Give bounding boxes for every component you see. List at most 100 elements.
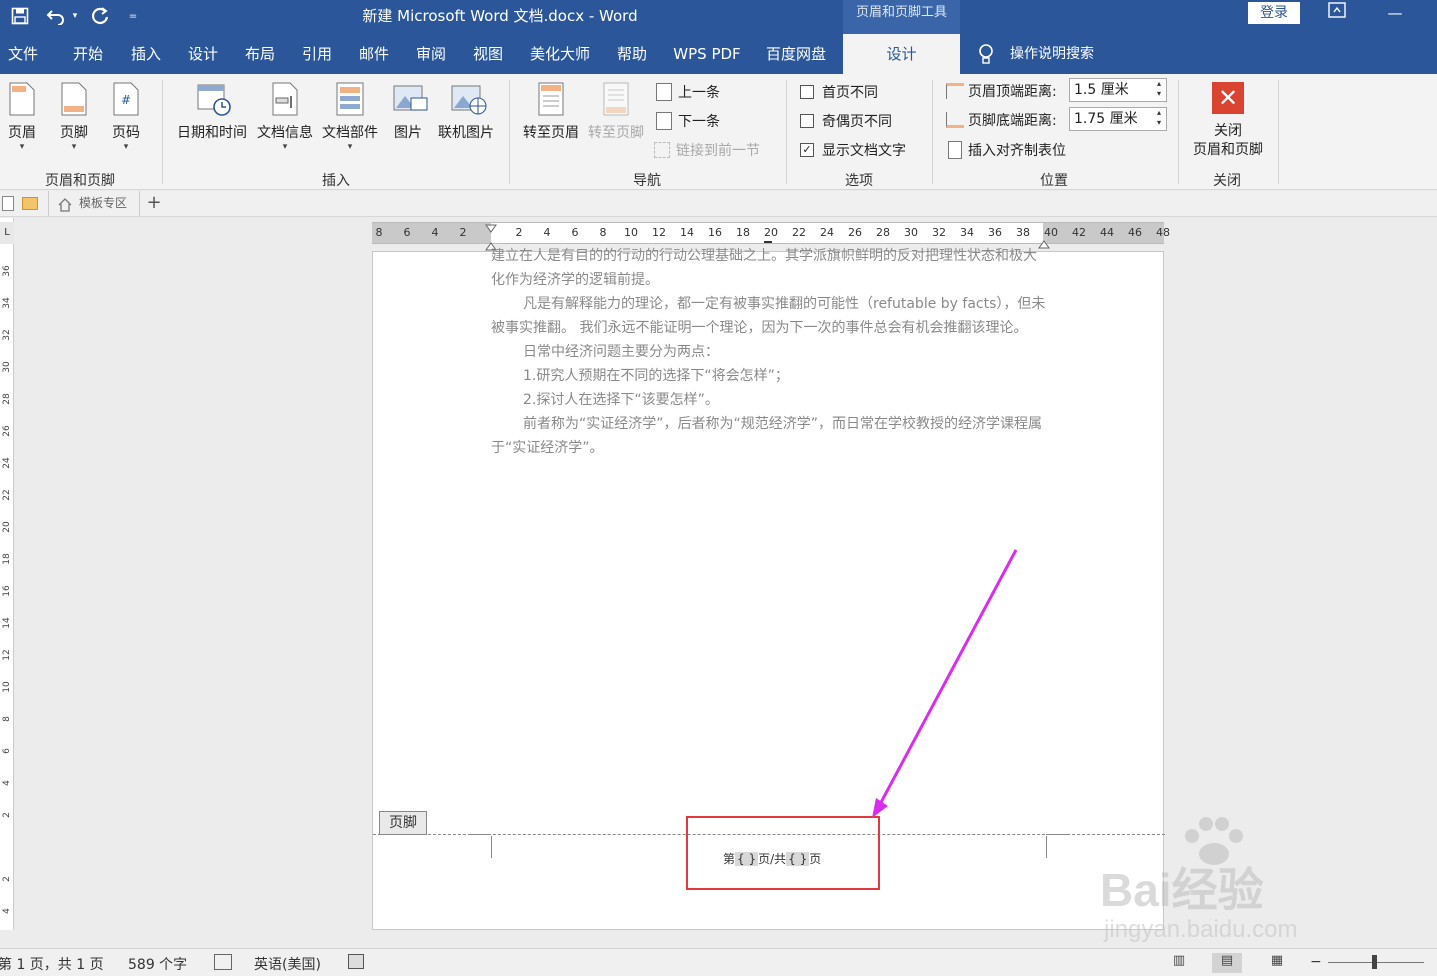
- ruler-tick-label: 2: [515, 226, 523, 239]
- footer-bottom-distance-input[interactable]: 1.75 厘米 ▴ ▾: [1069, 107, 1167, 131]
- vruler-tick-label: 6: [2, 748, 12, 754]
- proofing-icon[interactable]: [214, 954, 232, 970]
- tab-insert[interactable]: 插入: [120, 34, 172, 74]
- footer-bottom-distance-label-row: 页脚底端距离:: [946, 110, 1057, 130]
- folder-icon[interactable]: [22, 197, 38, 210]
- header-button[interactable]: 页眉 ▾: [4, 82, 40, 152]
- page-count-status[interactable]: 第 1 页，共 1 页: [0, 954, 104, 974]
- ruler-tick-label: 6: [403, 226, 411, 239]
- ribbon-display-options-icon[interactable]: [1317, 2, 1357, 26]
- footer-button[interactable]: 页脚 ▾: [56, 82, 92, 152]
- link-to-previous-label: 链接到前一节: [676, 143, 760, 159]
- picture-button[interactable]: 图片: [386, 82, 430, 142]
- print-layout-icon[interactable]: ▤: [1212, 953, 1242, 973]
- vruler-tick-label: 12: [2, 649, 12, 661]
- tab-file[interactable]: 文件: [0, 34, 46, 74]
- close-label: 关闭 页眉和页脚: [1193, 123, 1263, 158]
- first-line-indent-marker[interactable]: [485, 219, 497, 233]
- vertical-ruler[interactable]: 36 34 32 30 28 26 24 22 20 18 16 14 12 10 8 6 4 2 2 4: [0, 218, 14, 930]
- datetime-label: 日期和时间: [177, 125, 247, 141]
- ruler-tick-label: 14: [680, 226, 694, 239]
- close-header-footer-button[interactable]: ✕ 关闭 页眉和页脚: [1184, 82, 1272, 160]
- page-number-button[interactable]: # 页码 ▾: [108, 82, 144, 152]
- horizontal-ruler[interactable]: 8 6 4 2 2 4 6 8 10 12 14 16 18 20 22 24 26 28 30 32 34 36 38 40…: [372, 219, 1170, 251]
- read-mode-icon[interactable]: ▥: [1164, 953, 1194, 973]
- header-label: 页眉: [8, 125, 36, 141]
- header-distance-icon: [946, 83, 964, 99]
- watermark-brand: Bai经验: [1100, 864, 1264, 916]
- group-divider: [1178, 80, 1179, 184]
- online-picture-label: 联机图片: [438, 125, 494, 141]
- insert-align-tab-button[interactable]: 插入对齐制表位: [948, 140, 1066, 160]
- header-top-distance-label-row: 页眉顶端距离:: [946, 81, 1057, 101]
- vruler-tick-label: 22: [2, 489, 12, 501]
- tab-hf-design[interactable]: 设计: [843, 34, 960, 74]
- ruler-tick-label: 34: [960, 226, 974, 239]
- tab-design[interactable]: 设计: [177, 34, 229, 74]
- previous-button[interactable]: 上一条: [656, 82, 720, 102]
- tab-mailings[interactable]: 邮件: [348, 34, 400, 74]
- checkbox-box: [800, 114, 814, 128]
- customize-qa-icon[interactable]: =: [126, 3, 140, 29]
- tab-review[interactable]: 审阅: [405, 34, 457, 74]
- different-first-page-checkbox[interactable]: 首页不同: [800, 82, 878, 102]
- new-doc-icon[interactable]: [2, 196, 14, 211]
- zoom-slider-thumb[interactable]: [1372, 955, 1377, 969]
- vruler-tick-label: 20: [2, 521, 12, 533]
- add-tab-button[interactable]: +: [144, 192, 164, 214]
- group-label-navigation: 导航: [633, 173, 661, 189]
- group-label-options: 选项: [845, 173, 873, 189]
- tab-wps-pdf[interactable]: WPS PDF: [664, 34, 750, 74]
- macro-record-icon[interactable]: [348, 954, 364, 969]
- goto-footer-icon: [601, 82, 631, 116]
- crop-mark: [491, 836, 492, 858]
- calendar-clock-icon: [197, 82, 231, 116]
- next-button[interactable]: 下一条: [656, 111, 720, 131]
- group-label-position: 位置: [1040, 173, 1068, 189]
- redo-icon[interactable]: [88, 3, 112, 29]
- spinner-arrows-icon[interactable]: ▴ ▾: [1154, 79, 1164, 101]
- footer-bottom-distance-label: 页脚底端距离:: [968, 113, 1057, 129]
- vruler-tick-label: 8: [2, 716, 12, 722]
- tab-beautify[interactable]: 美化大师: [522, 34, 598, 74]
- save-icon[interactable]: [8, 3, 32, 29]
- footer-icon: [59, 82, 89, 116]
- tab-view[interactable]: 视图: [462, 34, 514, 74]
- tab-home[interactable]: 开始: [62, 34, 114, 74]
- undo-dropdown-icon[interactable]: ▾: [70, 3, 80, 29]
- quickparts-button[interactable]: 文档部件 ▾: [318, 82, 382, 152]
- status-bar: 第 1 页，共 1 页 589 个字 英语(美国) ▥ ▤ ▦ −: [0, 948, 1437, 976]
- tab-selector[interactable]: L: [0, 222, 14, 244]
- body-paragraph: 化作为经济学的逻辑前提。: [491, 272, 659, 288]
- docinfo-button[interactable]: 文档信息 ▾: [254, 82, 316, 152]
- datetime-button[interactable]: 日期和时间: [172, 82, 252, 142]
- different-odd-even-checkbox[interactable]: 奇偶页不同: [800, 111, 892, 131]
- quickparts-icon: [335, 82, 365, 116]
- tab-references[interactable]: 引用: [291, 34, 343, 74]
- tab-layout[interactable]: 布局: [234, 34, 286, 74]
- body-paragraph: 1.研究人预期在不同的选择下“将会怎样”；: [523, 368, 789, 384]
- login-button[interactable]: 登录: [1248, 2, 1300, 24]
- group-divider: [1278, 80, 1279, 184]
- minimize-icon[interactable]: —: [1375, 2, 1415, 26]
- ruler-tick-label: 30: [904, 226, 918, 239]
- goto-footer-button[interactable]: 转至页脚: [584, 82, 648, 142]
- spinner-arrows-icon[interactable]: ▴ ▾: [1154, 108, 1164, 130]
- online-picture-button[interactable]: 联机图片: [432, 82, 500, 142]
- tab-help[interactable]: 帮助: [606, 34, 658, 74]
- link-to-previous-button[interactable]: 链接到前一节: [654, 140, 760, 160]
- header-top-distance-input[interactable]: 1.5 厘米 ▴ ▾: [1069, 78, 1167, 102]
- language-status[interactable]: 英语(美国): [254, 954, 321, 974]
- different-odd-even-label: 奇偶页不同: [822, 114, 892, 130]
- footer-area-tag: 页脚: [379, 811, 427, 835]
- goto-header-button[interactable]: 转至页眉: [518, 82, 584, 142]
- undo-icon[interactable]: [44, 3, 68, 29]
- checkmark-icon: ✓: [800, 143, 814, 157]
- tab-baidu-netdisk[interactable]: 百度网盘: [756, 34, 836, 74]
- show-document-text-checkbox[interactable]: ✓ 显示文档文字: [800, 140, 906, 160]
- tell-me-search[interactable]: 操作说明搜索: [1010, 34, 1094, 74]
- web-layout-icon[interactable]: ▦: [1262, 953, 1292, 973]
- zoom-out-icon[interactable]: −: [1310, 954, 1322, 970]
- footer-label: 页脚: [60, 125, 88, 141]
- word-count-status[interactable]: 589 个字: [128, 954, 187, 974]
